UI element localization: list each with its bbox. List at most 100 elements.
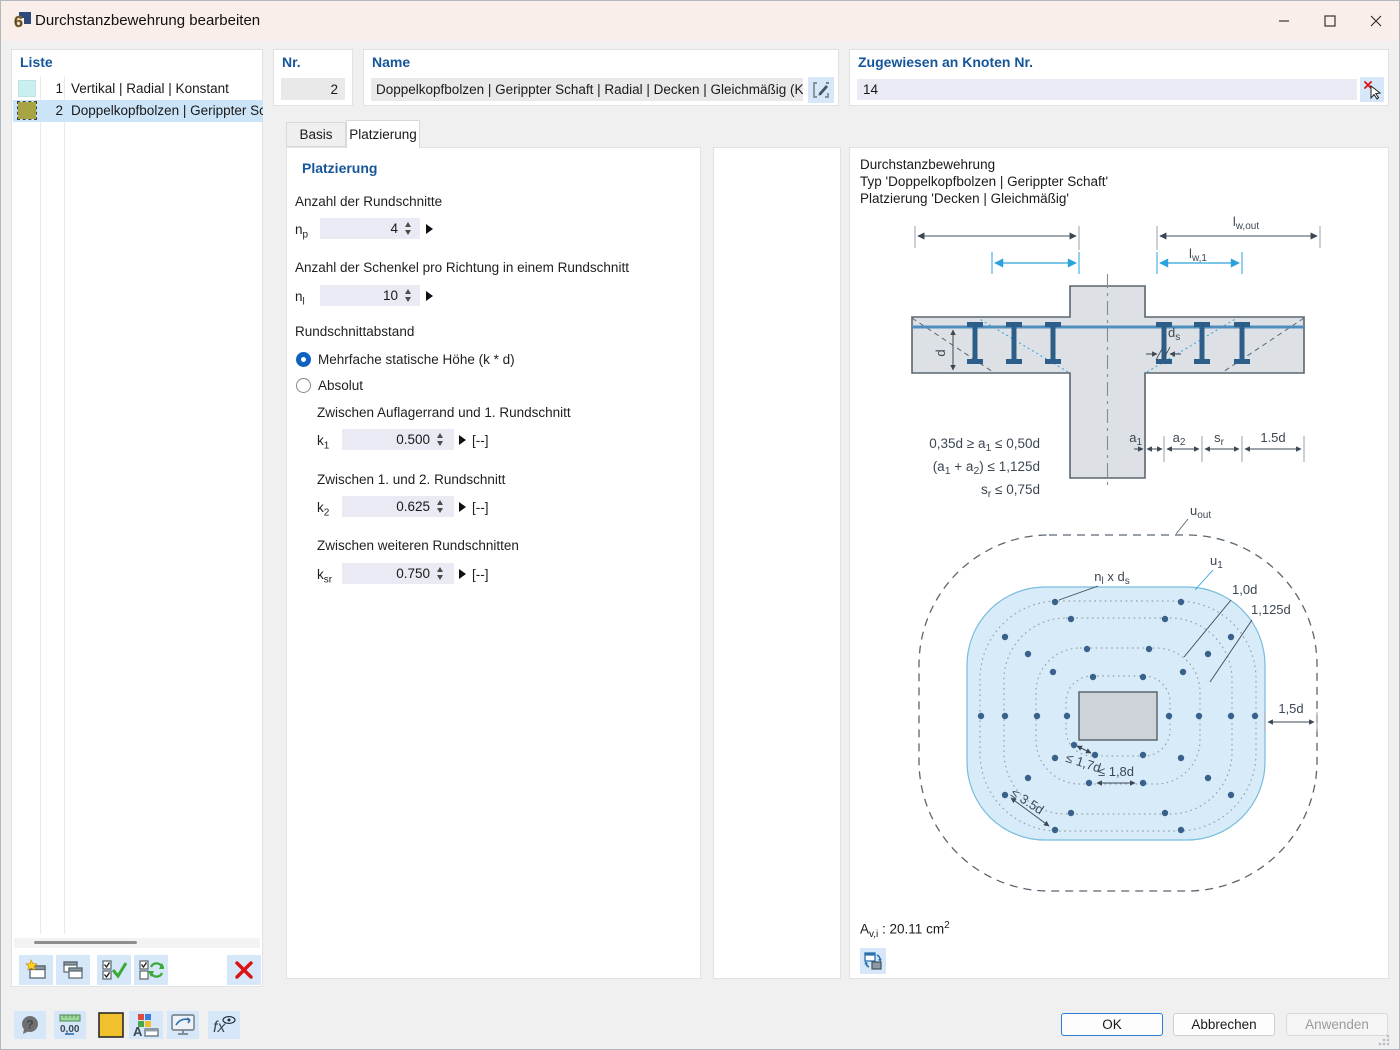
spin-up-icon[interactable]: [405, 222, 411, 227]
new-item-button[interactable]: [19, 955, 53, 985]
radio-absolute[interactable]: [296, 378, 311, 393]
svg-text:A: A: [133, 1024, 143, 1037]
select-all-button[interactable]: [97, 955, 131, 985]
monitor-icon: [170, 1013, 196, 1037]
formula-a1-a2: (a1 + a2) ≤ 1,125d: [933, 459, 1040, 477]
ok-button[interactable]: OK: [1061, 1013, 1163, 1036]
assigned-nodes-field[interactable]: 14: [857, 79, 1357, 100]
tab-platzierung[interactable]: Platzierung: [346, 120, 420, 148]
legs-symbol: nl: [295, 289, 305, 308]
pick-clear-icon: [1363, 80, 1381, 100]
maximize-button[interactable]: [1307, 1, 1353, 41]
fx-eye-icon: fx: [211, 1013, 237, 1037]
units-icon: 0,00: [57, 1013, 83, 1037]
ring-1-0d-label: 1,0d: [1232, 582, 1257, 597]
list-item-label: Doppelkopfbolzen | Gerippter Scha: [71, 103, 263, 118]
k1-detail-button[interactable]: [459, 435, 466, 445]
list-item-number: 2: [43, 103, 63, 118]
select-nodes-button[interactable]: [1360, 77, 1384, 102]
list-item-2-selected[interactable]: 2 Doppelkopfbolzen | Gerippter Scha: [13, 100, 263, 122]
radio-multiple-height-label[interactable]: Mehrfache statische Höhe (k * d): [318, 352, 515, 367]
cancel-label: Abbrechen: [1191, 1017, 1256, 1032]
preview-title: Durchstanzbewehrung: [860, 156, 1108, 173]
rendering-button[interactable]: [167, 1011, 199, 1039]
rounds-detail-button[interactable]: [426, 224, 433, 234]
spin-down-icon[interactable]: [437, 508, 443, 513]
minimize-button[interactable]: [1261, 1, 1307, 41]
formula-sr: sr ≤ 0,75d: [981, 482, 1040, 500]
list-item-number: 1: [43, 81, 63, 96]
spin-down-icon[interactable]: [405, 230, 411, 235]
close-icon: [1370, 15, 1382, 27]
rounds-label: Anzahl der Rundschnitte: [295, 194, 442, 209]
invert-selection-button[interactable]: [134, 955, 168, 985]
spin-up-icon[interactable]: [437, 567, 443, 572]
cancel-button[interactable]: Abbrechen: [1173, 1013, 1275, 1036]
ksr-detail-button[interactable]: [459, 569, 466, 579]
rename-pencil-icon: [812, 81, 830, 99]
name-label: Name: [372, 54, 410, 70]
scrollbar-thumb[interactable]: [34, 941, 137, 944]
color-chip: [18, 102, 36, 119]
copy-item-button[interactable]: [56, 955, 90, 985]
rounds-symbol: np: [295, 222, 308, 241]
spin-up-icon[interactable]: [437, 433, 443, 438]
color-swatch-icon: [97, 1011, 125, 1039]
list-header: Liste: [20, 54, 53, 70]
nr-panel: Nr. 2: [273, 49, 353, 106]
k1-unit: [--]: [472, 433, 489, 448]
nl-x-ds-label: nl x ds: [1094, 569, 1129, 587]
radio-absolute-label[interactable]: Absolut: [318, 378, 363, 393]
spin-down-icon[interactable]: [437, 441, 443, 446]
secondary-panel: [713, 147, 841, 979]
formula-a1: 0,35d ≥ a1 ≤ 0,50d: [929, 436, 1040, 454]
name-field[interactable]: Doppelkopfbolzen | Gerippter Schaft | Ra…: [371, 78, 803, 101]
new-window-icon: [24, 959, 48, 981]
k1-label: Zwischen Auflagerrand und 1. Rundschnitt: [317, 405, 571, 420]
minimize-icon: [1278, 15, 1290, 27]
apply-label: Anwenden: [1305, 1017, 1369, 1032]
legs-spinner[interactable]: [405, 285, 696, 306]
ring-1-125d-label: 1,125d: [1251, 602, 1291, 617]
list-item-1[interactable]: 1 Vertikal | Radial | Konstant: [13, 78, 263, 100]
delete-item-button[interactable]: [227, 955, 261, 985]
close-button[interactable]: [1353, 1, 1399, 41]
delete-icon: [235, 961, 253, 979]
tab-basis[interactable]: Basis: [286, 122, 346, 147]
rounds-spinner[interactable]: [405, 218, 696, 239]
preview-placement-line: Platzierung 'Decken | Gleichmäßig': [860, 190, 1108, 207]
edit-name-button[interactable]: [808, 77, 834, 103]
help-button[interactable]: ?: [14, 1011, 46, 1039]
spin-down-icon[interactable]: [405, 297, 411, 302]
legs-label: Anzahl der Schenkel pro Richtung in eine…: [295, 260, 629, 275]
svg-text:fx: fx: [213, 1019, 226, 1036]
swap-view-button[interactable]: [860, 948, 886, 974]
radio-multiple-height[interactable]: [296, 352, 311, 367]
le-1-8d-label: ≤ 1,8d: [1098, 764, 1134, 779]
spacing-heading: Rundschnittabstand: [295, 324, 414, 339]
app-icon: 6: [11, 10, 32, 31]
dialog-window: 6 Durchstanzbewehrung bearbeiten Liste 1…: [0, 0, 1400, 1050]
units-settings-button[interactable]: 0,00: [54, 1011, 86, 1039]
placement-form-panel: Platzierung Anzahl der Rundschnitte np 4…: [286, 147, 701, 979]
k2-detail-button[interactable]: [459, 502, 466, 512]
legs-detail-button[interactable]: [426, 291, 433, 301]
spin-down-icon[interactable]: [437, 575, 443, 580]
svg-text:?: ?: [26, 1018, 33, 1032]
svg-text:6: 6: [14, 14, 23, 31]
spin-up-icon[interactable]: [437, 500, 443, 505]
sr-dim-label: sr: [1214, 430, 1225, 448]
horizontal-scrollbar[interactable]: [14, 938, 260, 948]
a2-dim-label: a2: [1173, 430, 1186, 448]
resize-grip[interactable]: [1377, 1033, 1391, 1047]
assigned-label: Zugewiesen an Knoten Nr.: [858, 54, 1033, 70]
formula-visibility-button[interactable]: fx: [208, 1011, 240, 1039]
ksr-symbol: ksr: [317, 567, 332, 586]
help-icon: ?: [20, 1015, 40, 1035]
list-item-label: Vertikal | Radial | Konstant: [71, 81, 229, 96]
title-bar: 6 Durchstanzbewehrung bearbeiten: [1, 1, 1399, 41]
display-properties-button[interactable]: A: [129, 1011, 163, 1039]
spin-up-icon[interactable]: [405, 289, 411, 294]
color-settings-button[interactable]: [96, 1011, 126, 1039]
preview-header: Durchstanzbewehrung Typ 'Doppelkopfbolze…: [860, 156, 1108, 207]
